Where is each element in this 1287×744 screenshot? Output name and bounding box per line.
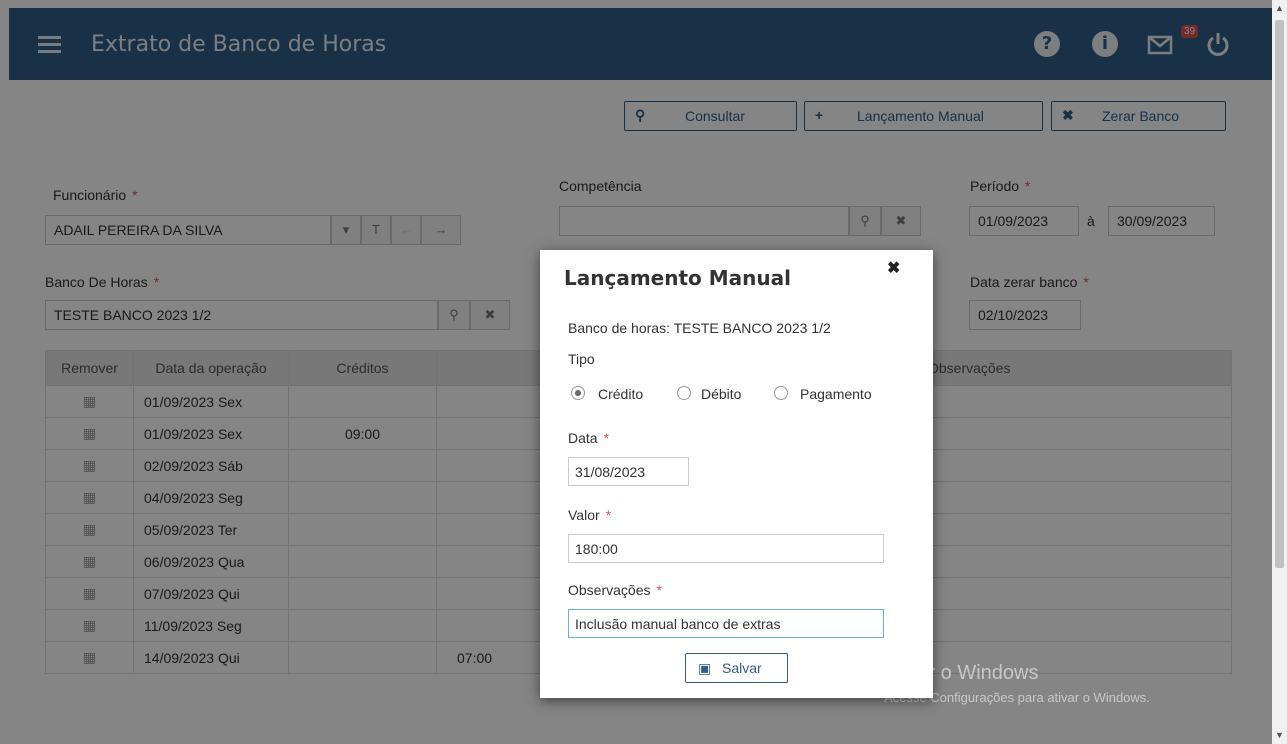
floppy-disk-icon: ▣ — [698, 660, 712, 676]
manual-entry-dialog: Lançamento Manual ✖ Banco de horas: TEST… — [540, 250, 933, 698]
radio-debito-label[interactable]: Débito — [701, 386, 741, 402]
radio-pagamento[interactable] — [774, 386, 788, 400]
page-scrollbar[interactable]: ▲ ▼ — [1272, 0, 1287, 744]
radio-debito[interactable] — [677, 386, 691, 400]
obs-label: Observações * — [568, 582, 662, 598]
data-input[interactable]: 31/08/2023 — [568, 457, 689, 486]
close-icon[interactable]: ✖ — [887, 258, 900, 278]
obs-input[interactable]: Inclusão manual banco de extras — [568, 609, 884, 638]
tipo-label: Tipo — [568, 351, 595, 367]
scroll-up-icon[interactable]: ▲ — [1275, 3, 1284, 13]
save-button[interactable]: ▣ Salvar — [685, 653, 788, 683]
radio-credito-label[interactable]: Crédito — [598, 386, 643, 402]
radio-pagamento-label[interactable]: Pagamento — [800, 386, 872, 402]
radio-credito[interactable] — [571, 386, 585, 400]
data-label: Data * — [568, 430, 610, 446]
scrollbar-thumb[interactable] — [1275, 20, 1284, 568]
page: Extrato de Banco de Horas ? i 39 ⚲ Consu… — [0, 0, 1287, 744]
valor-label: Valor * — [568, 507, 612, 523]
scroll-down-icon[interactable]: ▼ — [1275, 730, 1284, 740]
dialog-title: Lançamento Manual — [564, 266, 791, 290]
valor-input[interactable]: 180:00 — [568, 534, 884, 563]
bank-info-text: Banco de horas: TESTE BANCO 2023 1/2 — [568, 320, 831, 336]
